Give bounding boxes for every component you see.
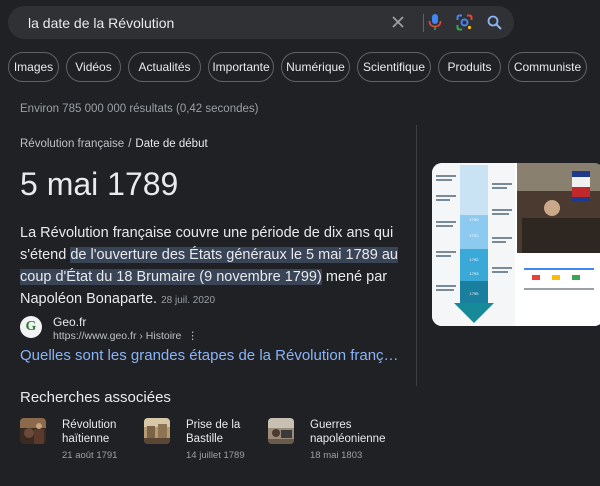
related-date: 14 juillet 1789 — [186, 450, 245, 461]
close-icon[interactable] — [388, 12, 408, 32]
description-date: 28 juil. 2020 — [161, 295, 216, 306]
more-options-icon[interactable]: ⋮ — [187, 330, 198, 342]
google-lens-icon[interactable] — [454, 12, 474, 32]
chip-videos[interactable]: Vidéos — [66, 52, 121, 82]
panel-divider — [416, 125, 417, 386]
timeline-year: 1795 — [470, 291, 480, 296]
related-label: Révolution haïtienne — [62, 419, 117, 445]
source-name[interactable]: Geo.fr — [53, 315, 86, 329]
chip-communiste[interactable]: Communiste — [508, 52, 587, 82]
related-label: Guerres napoléonienne — [310, 419, 386, 445]
search-icon[interactable] — [484, 12, 504, 32]
image-card[interactable]: 1789 1791 1792 1793 1795 — [432, 163, 600, 326]
chip-images[interactable]: Images — [8, 52, 59, 82]
chip-numerique[interactable]: Numérique — [281, 52, 350, 82]
breadcrumb-separator: / — [128, 138, 132, 150]
timeline-year: 1792 — [470, 257, 480, 262]
search-bar[interactable]: la date de la Révolution — [8, 6, 514, 39]
related-date: 18 mai 1803 — [310, 450, 363, 461]
chip-actualites[interactable]: Actualités — [128, 52, 201, 82]
related-date: 21 août 1791 — [62, 450, 118, 461]
chip-importante[interactable]: Importante — [208, 52, 274, 82]
related-label: Prise de la Bastille — [186, 419, 241, 445]
source-url-text: https://www.geo.fr › Histoire — [53, 330, 182, 342]
timeline-year: 1793 — [470, 271, 480, 276]
related-searches-title: Recherches associées — [20, 389, 171, 406]
related-thumbnail — [268, 418, 294, 444]
search-input[interactable]: la date de la Révolution — [28, 15, 174, 31]
featured-description: La Révolution française couvre une pério… — [20, 222, 410, 312]
featured-answer: 5 mai 1789 — [20, 166, 179, 202]
breadcrumb: Révolution française / Date de début — [20, 138, 208, 150]
timeline-year: 1789 — [470, 217, 480, 222]
search-divider — [423, 14, 424, 32]
timeline-year: 1791 — [470, 233, 480, 238]
related-thumbnail — [20, 418, 46, 444]
breadcrumb-parent[interactable]: Révolution française — [20, 138, 124, 150]
result-count: Environ 785 000 000 résultats (0,42 seco… — [20, 103, 259, 115]
geo-favicon-icon[interactable]: G — [20, 316, 42, 338]
microphone-icon[interactable] — [425, 12, 445, 32]
favicon-letter: G — [25, 319, 37, 334]
chip-produits[interactable]: Produits — [438, 52, 501, 82]
breadcrumb-current: Date de début — [135, 138, 208, 150]
image-collage: 1789 1791 1792 1793 1795 — [432, 163, 600, 326]
related-thumbnail — [144, 418, 170, 444]
chip-scientifique[interactable]: Scientifique — [357, 52, 431, 82]
result-link[interactable]: Quelles sont les grandes étapes de la Ré… — [20, 347, 399, 364]
source-url[interactable]: https://www.geo.fr › Histoire ⋮ — [53, 330, 198, 342]
